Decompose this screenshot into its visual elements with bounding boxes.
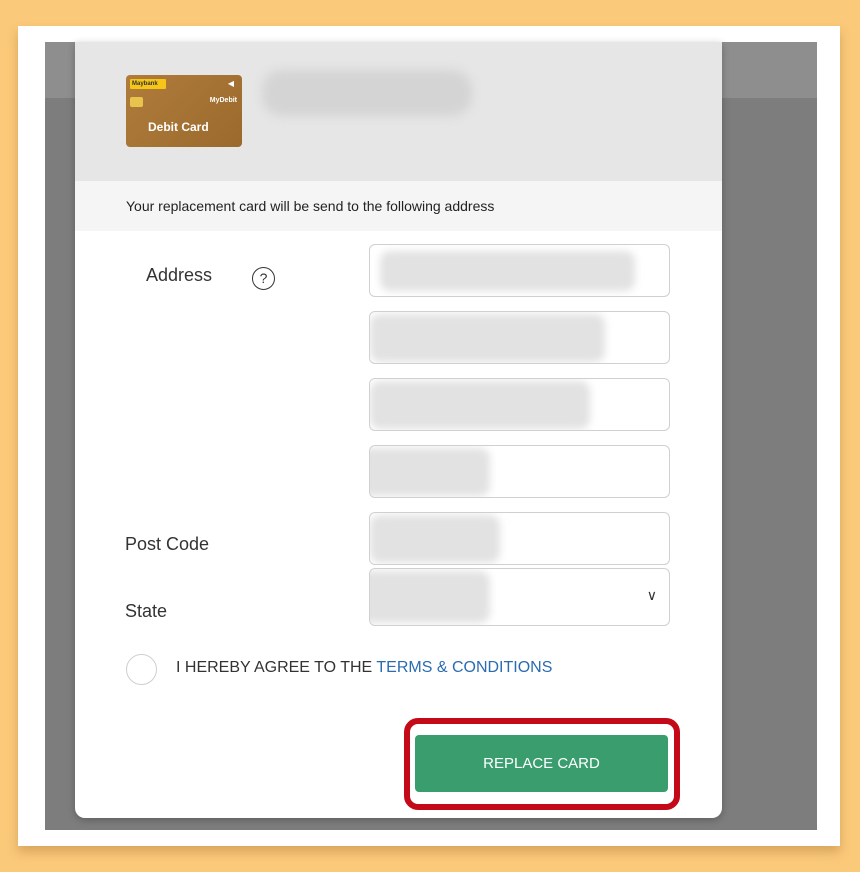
chip-icon [130, 97, 143, 107]
redacted-value [380, 251, 635, 291]
postcode-label: Post Code [125, 534, 210, 554]
replace-card-button[interactable]: REPLACE CARD [415, 735, 668, 792]
redacted-value [370, 515, 500, 563]
help-icon[interactable]: ? [252, 267, 275, 290]
card-number-redacted [262, 70, 472, 116]
address-notice: Your replacement card will be send to th… [75, 181, 722, 231]
replace-card-modal: Maybank ◀ MyDebit Debit Card Your replac… [75, 42, 722, 818]
redacted-value [370, 448, 490, 496]
state-select[interactable]: ∨ [369, 568, 670, 626]
address-line-4-input[interactable] [369, 445, 670, 498]
debit-card-image: Maybank ◀ MyDebit Debit Card [126, 75, 242, 147]
redacted-value [370, 571, 490, 623]
address-line-2-input[interactable] [369, 311, 670, 364]
terms-agree-prefix: I HEREBY AGREE TO THE [176, 659, 377, 676]
address-line-3-input[interactable] [369, 378, 670, 431]
card-network-label: MyDebit [209, 97, 237, 104]
chevron-down-icon: ∨ [646, 587, 657, 603]
terms-conditions-link[interactable]: TERMS & CONDITIONS [376, 659, 552, 676]
state-label: State [125, 601, 168, 621]
address-line-1-input[interactable] [369, 244, 670, 297]
postcode-input[interactable] [369, 512, 670, 565]
redacted-value [370, 381, 590, 429]
card-type-label: Debit Card [148, 120, 209, 134]
card-brand-logo: Maybank [130, 79, 166, 89]
card-header: Maybank ◀ MyDebit Debit Card [75, 42, 722, 181]
contactless-icon: ◀ [227, 79, 234, 88]
address-label: Address [146, 265, 213, 285]
terms-agree-text: I HEREBY AGREE TO THE TERMS & CONDITIONS [176, 659, 552, 677]
redacted-value [370, 314, 605, 362]
terms-agree-radio[interactable] [126, 654, 157, 685]
